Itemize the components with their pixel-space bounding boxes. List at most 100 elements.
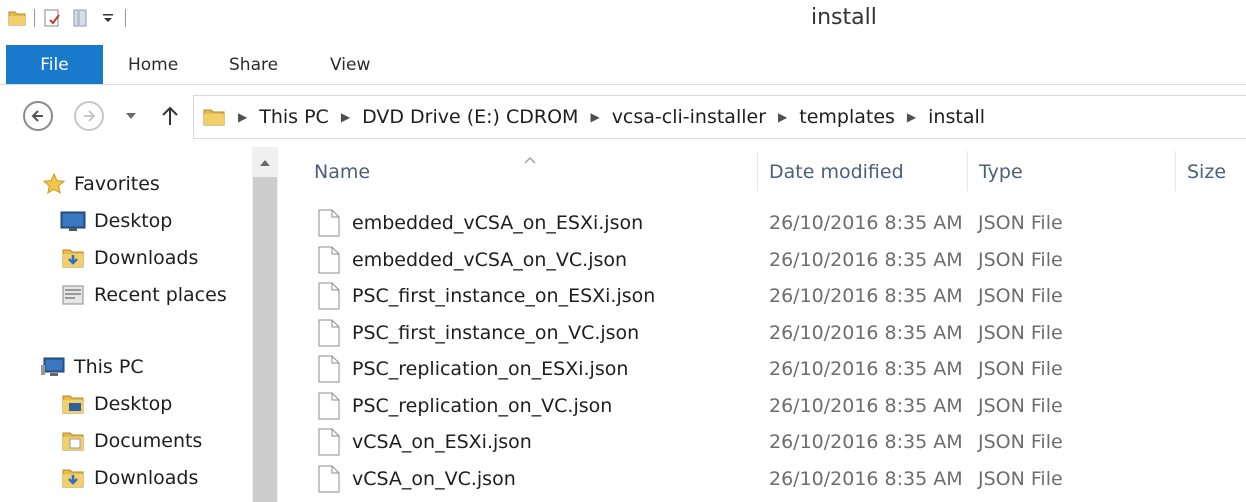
- file-date-modified: 26/10/2016 8:35 AM: [769, 322, 963, 344]
- column-header-type[interactable]: Type: [979, 147, 1023, 197]
- new-folder-icon[interactable]: [69, 7, 91, 29]
- file-date-modified: 26/10/2016 8:35 AM: [769, 285, 963, 307]
- nav-favorites-recent-places[interactable]: Recent places: [58, 280, 227, 310]
- breadcrumb-separator-icon: ▶: [778, 110, 788, 124]
- nav-favorites-label: Favorites: [74, 173, 160, 195]
- file-row[interactable]: PSC_replication_on_VC.json 26/10/2016 8:…: [318, 388, 1218, 424]
- breadcrumb-install[interactable]: install: [928, 106, 985, 128]
- column-header-name[interactable]: Name: [314, 147, 370, 197]
- nav-item-label: Desktop: [94, 393, 173, 415]
- column-divider[interactable]: [967, 151, 968, 191]
- column-header-date-modified[interactable]: Date modified: [769, 147, 904, 197]
- file-icon: [318, 282, 340, 310]
- window-title: install: [811, 5, 877, 30]
- navigation-bar: ▶ This PC ▶ DVD Drive (E:) CDROM ▶ vcsa-…: [0, 90, 1246, 142]
- nav-item-label: Documents: [94, 430, 203, 452]
- file-icon: [318, 428, 340, 456]
- file-row[interactable]: PSC_replication_on_ESXi.json 26/10/2016 …: [318, 351, 1218, 387]
- file-type: JSON File: [978, 249, 1063, 271]
- file-date-modified: 26/10/2016 8:35 AM: [769, 358, 963, 380]
- file-type: JSON File: [978, 358, 1063, 380]
- breadcrumb-templates[interactable]: templates: [799, 106, 895, 128]
- nav-favorites-desktop[interactable]: Desktop: [58, 206, 172, 236]
- back-button[interactable]: [23, 101, 53, 131]
- file-date-modified: 26/10/2016 8:35 AM: [769, 395, 963, 417]
- scrollbar-thumb[interactable]: [253, 177, 277, 502]
- up-arrow-icon: [162, 106, 178, 125]
- nav-this-pc-label: This PC: [74, 356, 144, 378]
- tab-home[interactable]: Home: [128, 45, 178, 84]
- navigation-pane-scrollbar[interactable]: [252, 147, 278, 502]
- nav-this-pc[interactable]: This PC: [40, 352, 144, 382]
- sort-ascending-icon: [524, 149, 536, 168]
- file-icon: [318, 319, 340, 347]
- toolbar-separator: [125, 9, 126, 27]
- column-divider[interactable]: [1175, 151, 1176, 191]
- nav-item-label: Downloads: [94, 247, 199, 269]
- back-arrow-icon: [23, 101, 53, 131]
- nav-item-label: Desktop: [94, 210, 173, 232]
- customize-dropdown-icon[interactable]: [97, 7, 119, 29]
- column-divider[interactable]: [757, 151, 758, 191]
- title-bar: install: [0, 0, 1246, 40]
- file-row[interactable]: PSC_first_instance_on_VC.json 26/10/2016…: [318, 315, 1218, 351]
- file-date-modified: 26/10/2016 8:35 AM: [769, 212, 963, 234]
- file-type: JSON File: [978, 431, 1063, 453]
- file-icon: [318, 392, 340, 420]
- breadcrumb-separator-icon: ▶: [340, 110, 351, 124]
- breadcrumb-this-pc[interactable]: This PC: [259, 106, 329, 128]
- breadcrumb-dvd-drive[interactable]: DVD Drive (E:) CDROM: [362, 106, 578, 128]
- file-type: JSON File: [978, 212, 1063, 234]
- forward-button[interactable]: [74, 101, 104, 131]
- folder-icon[interactable]: [6, 7, 28, 29]
- downloads-folder-icon: [58, 245, 88, 271]
- up-button[interactable]: [158, 104, 182, 128]
- nav-this-pc-downloads[interactable]: Downloads: [58, 463, 198, 493]
- breadcrumb-separator-icon: ▶: [238, 110, 248, 124]
- tab-view[interactable]: View: [330, 45, 370, 84]
- file-type: JSON File: [978, 285, 1063, 307]
- file-type: JSON File: [978, 322, 1063, 344]
- nav-favorites-downloads[interactable]: Downloads: [58, 243, 198, 273]
- file-date-modified: 26/10/2016 8:35 AM: [769, 249, 963, 271]
- breadcrumb-separator-icon: ▶: [590, 110, 600, 124]
- recent-locations-button[interactable]: [124, 108, 138, 124]
- this-pc-icon: [40, 354, 68, 380]
- file-name: vCSA_on_ESXi.json: [352, 431, 532, 453]
- tab-share[interactable]: Share: [229, 45, 278, 84]
- ribbon-tabs: File Home Share View: [0, 45, 1246, 85]
- breadcrumb-separator-icon: ▶: [906, 110, 917, 124]
- scroll-up-icon[interactable]: [258, 155, 272, 169]
- tab-file[interactable]: File: [6, 45, 103, 84]
- file-name: PSC_first_instance_on_VC.json: [352, 322, 640, 344]
- file-type: JSON File: [978, 395, 1063, 417]
- folder-icon: [202, 105, 226, 129]
- file-type: JSON File: [978, 468, 1063, 490]
- properties-icon[interactable]: [41, 7, 63, 29]
- documents-folder-icon: [58, 428, 88, 454]
- nav-item-label: Recent places: [94, 284, 227, 306]
- file-name: PSC_replication_on_VC.json: [352, 395, 613, 417]
- breadcrumb-vcsa-cli-installer[interactable]: vcsa-cli-installer: [612, 106, 766, 128]
- file-row[interactable]: embedded_vCSA_on_VC.json 26/10/2016 8:35…: [318, 242, 1218, 278]
- file-row[interactable]: vCSA_on_VC.json 26/10/2016 8:35 AM JSON …: [318, 461, 1218, 497]
- file-icon: [318, 246, 340, 274]
- nav-favorites[interactable]: Favorites: [40, 169, 160, 199]
- file-row[interactable]: PSC_first_instance_on_ESXi.json 26/10/20…: [318, 278, 1218, 314]
- nav-this-pc-documents[interactable]: Documents: [58, 426, 202, 456]
- file-date-modified: 26/10/2016 8:35 AM: [769, 431, 963, 453]
- file-name: PSC_replication_on_ESXi.json: [352, 358, 629, 380]
- chevron-down-icon: [126, 113, 136, 119]
- file-name: embedded_vCSA_on_VC.json: [352, 249, 628, 271]
- file-list: Name Date modified Type Size embedded_vC…: [278, 147, 1246, 502]
- nav-item-label: Downloads: [94, 467, 199, 489]
- file-row[interactable]: vCSA_on_ESXi.json 26/10/2016 8:35 AM JSO…: [318, 424, 1218, 460]
- navigation-pane: Favorites Desktop Downloads Recent place…: [0, 147, 252, 502]
- address-bar[interactable]: ▶ This PC ▶ DVD Drive (E:) CDROM ▶ vcsa-…: [193, 95, 1246, 139]
- file-name: PSC_first_instance_on_ESXi.json: [352, 285, 656, 307]
- file-name: embedded_vCSA_on_ESXi.json: [352, 212, 644, 234]
- nav-this-pc-desktop[interactable]: Desktop: [58, 389, 172, 419]
- file-row[interactable]: embedded_vCSA_on_ESXi.json 26/10/2016 8:…: [318, 205, 1218, 241]
- column-header-size[interactable]: Size: [1187, 147, 1226, 197]
- desktop-icon: [58, 208, 88, 234]
